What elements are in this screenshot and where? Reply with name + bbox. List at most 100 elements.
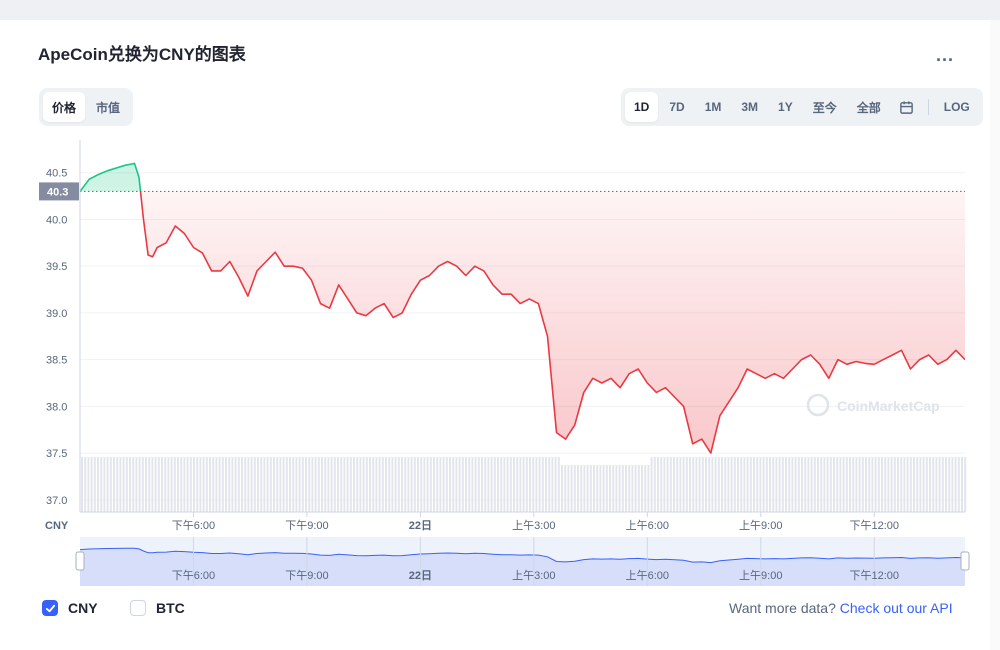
volume-bar bbox=[292, 457, 295, 512]
volume-bar bbox=[305, 457, 307, 512]
volume-bar bbox=[487, 457, 490, 512]
x-tick-label: 上午6:00 bbox=[626, 519, 669, 532]
volume-bar bbox=[173, 457, 176, 512]
volume-bar bbox=[641, 465, 643, 512]
checkbox-btc[interactable] bbox=[130, 600, 146, 616]
volume-bar bbox=[877, 457, 880, 512]
volume-bar bbox=[615, 465, 618, 512]
volume-bar bbox=[644, 465, 647, 512]
volume-bar bbox=[650, 457, 653, 512]
volume-bar bbox=[781, 457, 784, 512]
volume-bar bbox=[84, 457, 87, 512]
volume-bar bbox=[113, 457, 115, 512]
volume-bar bbox=[925, 457, 928, 512]
navigator-handle-right[interactable] bbox=[960, 551, 970, 571]
volume-bar bbox=[266, 457, 269, 512]
volume-bar bbox=[916, 457, 919, 512]
volume-bar bbox=[881, 457, 883, 512]
volume-bar bbox=[884, 457, 887, 512]
volume-bar bbox=[362, 457, 365, 512]
volume-bar bbox=[660, 457, 663, 512]
volume-bar bbox=[692, 457, 695, 512]
volume-bar bbox=[180, 457, 183, 512]
volume-bar bbox=[493, 457, 496, 512]
volume-bar bbox=[919, 457, 922, 512]
volume-bar bbox=[957, 457, 960, 512]
volume-bar bbox=[391, 457, 394, 512]
volume-bar bbox=[353, 457, 355, 512]
x-tick-label: 下午6:00 bbox=[172, 519, 215, 532]
volume-bar bbox=[954, 457, 957, 512]
volume-bar bbox=[132, 457, 135, 512]
volume-bar bbox=[100, 457, 103, 512]
volume-bar bbox=[154, 457, 157, 512]
volume-bar bbox=[711, 457, 714, 512]
volume-bar bbox=[177, 457, 179, 512]
volume-bar bbox=[193, 457, 195, 512]
y-unit-label: CNY bbox=[45, 520, 69, 532]
volume-bar bbox=[743, 457, 746, 512]
volume-bar bbox=[945, 457, 947, 512]
navigator: 下午6:00 下午9:00 22日 上午3:00 上午6:00 上午9:00 下午12:00 bbox=[75, 537, 970, 586]
volume-bar bbox=[829, 457, 832, 512]
y-tick-label: 39.5 bbox=[46, 261, 67, 273]
navigator-handle-left[interactable] bbox=[75, 551, 85, 571]
legend-btc[interactable]: BTC bbox=[130, 600, 185, 616]
volume-bar bbox=[145, 457, 147, 512]
api-link[interactable]: Check out our API bbox=[840, 600, 953, 616]
volume-bar bbox=[797, 457, 800, 512]
volume-bar bbox=[452, 457, 455, 512]
volume-bar bbox=[753, 457, 755, 512]
volume-bar bbox=[209, 457, 211, 512]
volume-bar bbox=[669, 457, 672, 512]
volume-bar bbox=[218, 457, 221, 512]
volume-bar bbox=[935, 457, 938, 512]
y-tick-label: 40.5 bbox=[46, 168, 67, 180]
volume-bar bbox=[87, 457, 90, 512]
x-tick-label: 下午12:00 bbox=[849, 519, 899, 532]
volume-bar bbox=[922, 457, 925, 512]
volume-bar bbox=[724, 457, 727, 512]
volume-bar bbox=[541, 457, 544, 512]
navigator-tick-label: 下午12:00 bbox=[849, 569, 899, 582]
volume-bar bbox=[842, 457, 845, 512]
volume-bar bbox=[289, 457, 291, 512]
more-data-text: Want more data? Check out our API bbox=[729, 600, 953, 616]
volume-bar bbox=[346, 457, 349, 512]
volume-bar bbox=[637, 465, 640, 512]
volume-bar bbox=[573, 465, 576, 512]
volume-bar bbox=[756, 457, 759, 512]
volume-bar bbox=[813, 457, 816, 512]
volume-bar bbox=[340, 457, 343, 512]
volume-bar bbox=[951, 457, 954, 512]
checkbox-cny[interactable] bbox=[42, 600, 58, 616]
volume-bar bbox=[228, 457, 231, 512]
volume-bar bbox=[484, 457, 487, 512]
volume-bar bbox=[532, 457, 535, 512]
svg-text:CoinMarketCap: CoinMarketCap bbox=[837, 398, 940, 414]
navigator-tick-label: 下午9:00 bbox=[285, 569, 328, 582]
volume-bar bbox=[170, 457, 173, 512]
volume-bar bbox=[397, 457, 400, 512]
volume-bar bbox=[263, 457, 266, 512]
volume-bar bbox=[586, 465, 589, 512]
volume-bar bbox=[810, 457, 813, 512]
volume-bar bbox=[519, 457, 522, 512]
volume-bar bbox=[436, 457, 439, 512]
x-tick-label: 下午9:00 bbox=[285, 519, 328, 532]
volume-bar bbox=[609, 465, 611, 512]
volume-bar bbox=[433, 457, 435, 512]
volume-bar bbox=[116, 457, 119, 512]
volume-bar bbox=[359, 457, 362, 512]
volume-bar bbox=[647, 465, 650, 512]
volume-bar bbox=[596, 465, 599, 512]
volume-bar bbox=[141, 457, 144, 512]
legend-cny[interactable]: CNY bbox=[42, 600, 98, 616]
volume-bar bbox=[676, 457, 679, 512]
volume-bar bbox=[157, 457, 160, 512]
volume-bar bbox=[628, 465, 631, 512]
volume-bar bbox=[81, 457, 83, 512]
volume-bar bbox=[903, 457, 906, 512]
volume-bar bbox=[861, 457, 864, 512]
volume-bar bbox=[746, 457, 749, 512]
